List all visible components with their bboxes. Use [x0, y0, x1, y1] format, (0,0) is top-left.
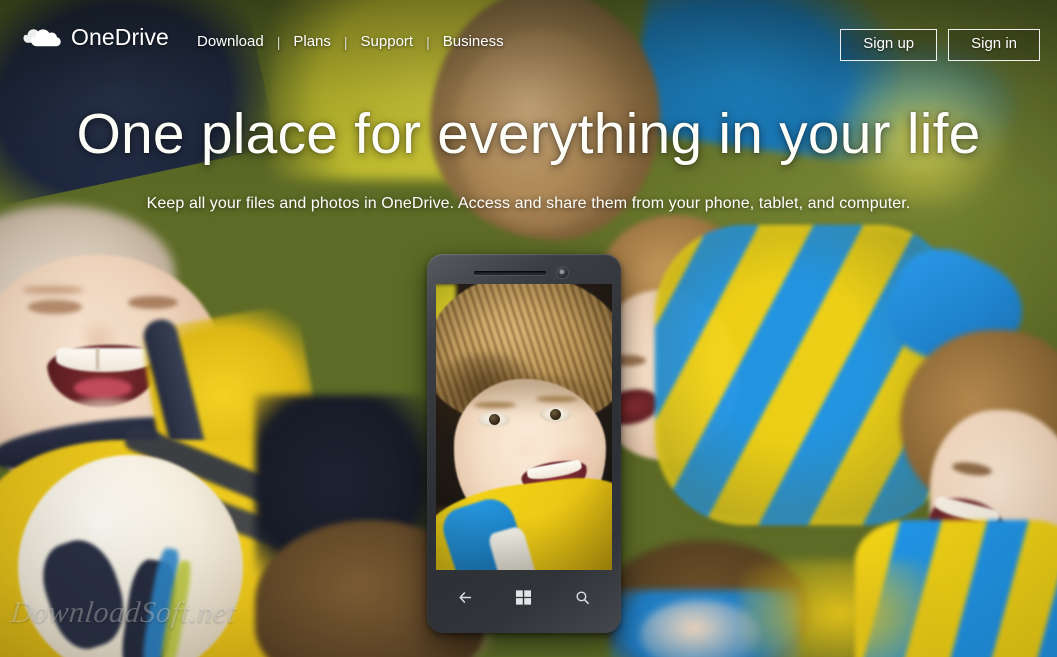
- sign-in-button[interactable]: Sign in: [948, 29, 1040, 61]
- nav-link-business[interactable]: Business: [443, 33, 504, 50]
- brand-logo[interactable]: OneDrive: [18, 24, 169, 50]
- windows-phone-mockup: [427, 254, 621, 633]
- site-header: OneDrive Download | Plans | Support | Bu…: [0, 0, 1057, 76]
- sign-up-button[interactable]: Sign up: [840, 29, 938, 61]
- nav-link-download[interactable]: Download: [197, 33, 264, 50]
- phone-navigation-bar: [436, 570, 612, 624]
- windows-logo-icon[interactable]: [511, 584, 537, 610]
- phone-screen[interactable]: [436, 284, 612, 570]
- auth-buttons: Sign up Sign in: [840, 29, 1040, 61]
- back-arrow-icon[interactable]: [452, 584, 478, 610]
- search-icon[interactable]: [570, 584, 596, 610]
- onedrive-landing-page: DownloadSoft.net OneDrive Download | Pla…: [0, 0, 1057, 657]
- brand-name: OneDrive: [71, 23, 169, 50]
- hero-subheadline: Keep all your files and photos in OneDri…: [146, 195, 911, 212]
- nav-link-plans[interactable]: Plans: [293, 33, 331, 50]
- nav-link-support[interactable]: Support: [361, 33, 414, 50]
- phone-top-bezel: [436, 263, 612, 284]
- nav-separator: |: [343, 33, 348, 50]
- nav-separator: |: [276, 33, 281, 50]
- onedrive-cloud-icon: [18, 24, 62, 50]
- hero-headline: One place for everything in your life: [76, 102, 981, 166]
- earpiece-speaker-icon: [474, 271, 546, 275]
- main-navigation: Download | Plans | Support | Business: [197, 33, 504, 50]
- front-camera-icon: [557, 267, 568, 278]
- nav-separator: |: [426, 33, 430, 50]
